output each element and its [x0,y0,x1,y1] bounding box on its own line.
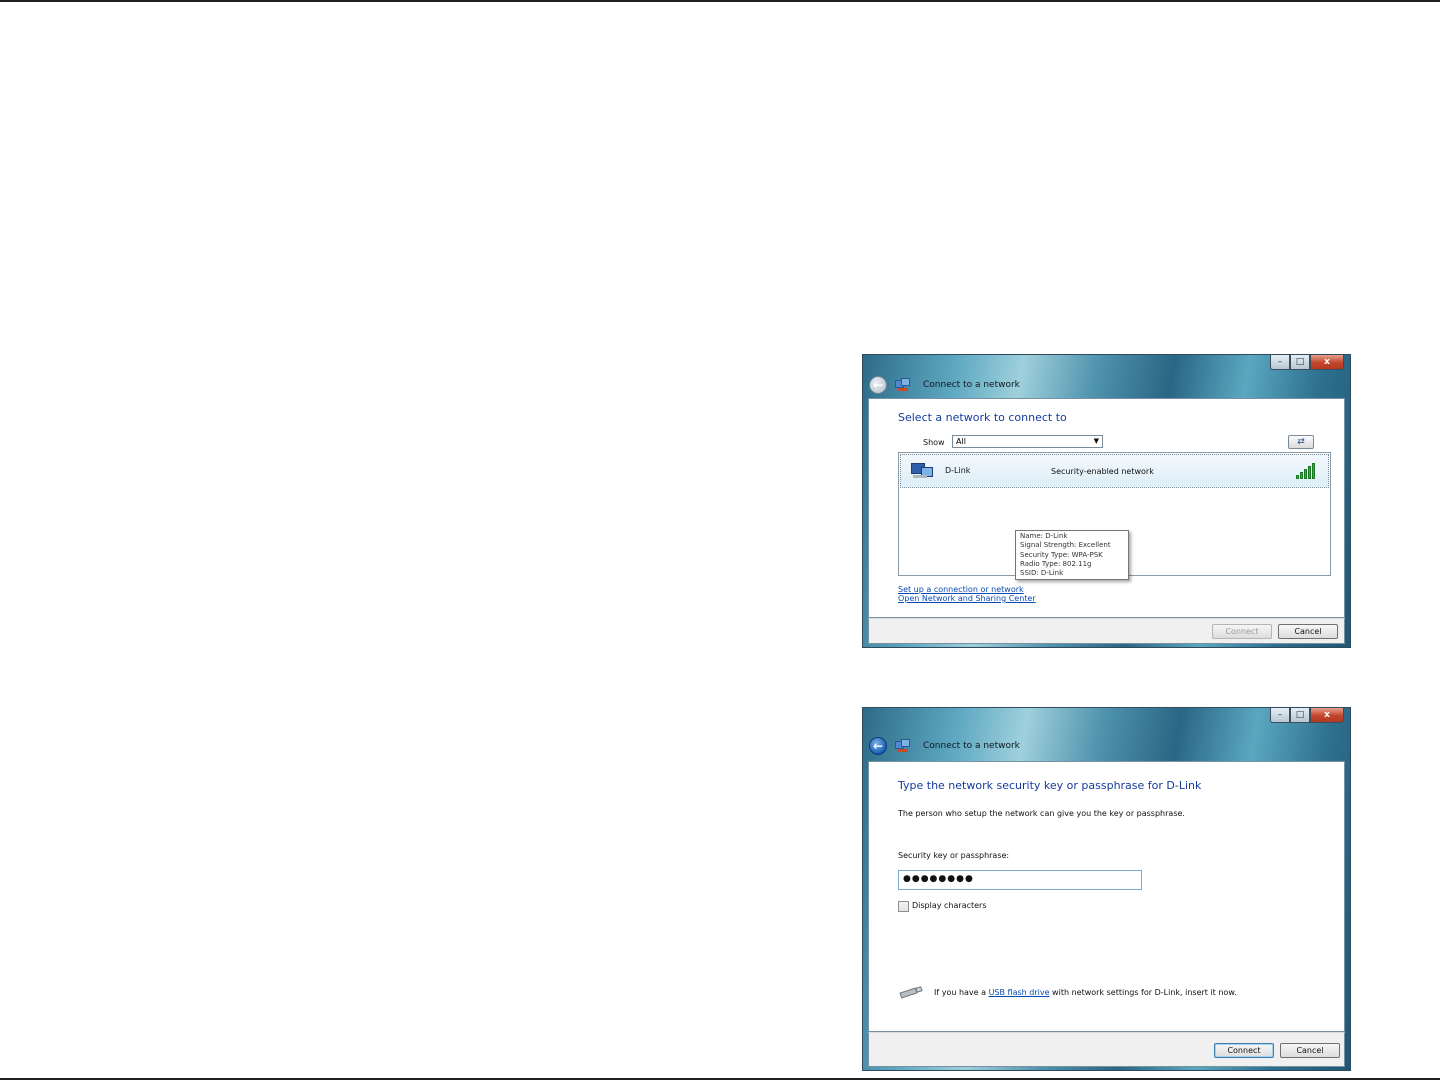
title-bar: ← Connect to a network [869,374,1020,396]
tooltip-line: SSID: D-Link [1020,569,1064,578]
title-bar: ← Connect to a network [869,735,1020,757]
usb-drive-icon [899,986,924,999]
network-icon [895,378,911,392]
refresh-icon[interactable]: ⇄ [1288,435,1314,449]
dialog-content: Select a network to connect to Show All … [868,398,1345,618]
window-controls: – □ x [1270,355,1344,370]
usb-hint-text: If you have a USB flash drive with netwo… [934,988,1237,997]
show-filter-select[interactable]: All ▼ [952,435,1103,448]
network-name: D-Link [945,466,971,475]
wireless-network-icon [911,463,933,479]
bottom-rule [0,1078,1440,1080]
show-filter-value: All [956,437,966,446]
security-key-label: Security key or passphrase: [898,851,1010,860]
window-title: Connect to a network [923,380,1020,390]
minimize-button[interactable]: – [1270,708,1290,723]
network-icon [895,739,911,753]
page-heading: Type the network security key or passphr… [898,779,1202,792]
usb-hint-prefix: If you have a [934,988,989,997]
dialog-footer: Connect Cancel [868,1032,1345,1067]
dialog-footer: Connect Cancel [868,618,1345,644]
page: – □ x ← Connect to a network Select a ne… [0,0,1440,1081]
tooltip-line: Name: D-Link [1020,532,1068,540]
tooltip-line: Signal Strength: Excellent [1020,541,1111,550]
display-characters-checkbox[interactable] [898,901,909,912]
dialog-content: Type the network security key or passphr… [868,761,1345,1032]
window-controls: – □ x [1270,708,1344,723]
show-label: Show [923,438,945,447]
back-arrow-icon[interactable]: ← [869,376,887,394]
list-item[interactable]: D-Link Security-enabled network [900,454,1329,488]
display-characters-label: Display characters [912,901,987,910]
minimize-button[interactable]: – [1270,355,1290,370]
network-sharing-center-link[interactable]: Open Network and Sharing Center [898,594,1036,603]
close-button[interactable]: x [1310,355,1344,370]
page-heading: Select a network to connect to [898,411,1067,424]
maximize-button[interactable]: □ [1290,708,1310,723]
cancel-button[interactable]: Cancel [1280,1043,1340,1058]
usb-hint-suffix: with network settings for D-Link, insert… [1049,988,1237,997]
maximize-button[interactable]: □ [1290,355,1310,370]
cancel-button[interactable]: Cancel [1278,624,1338,639]
connect-button[interactable]: Connect [1214,1043,1274,1058]
usb-flash-drive-link[interactable]: USB flash drive [989,988,1050,997]
network-security-status: Security-enabled network [1051,467,1154,476]
security-key-input[interactable]: ●●●●●●●● [898,870,1142,890]
window-title: Connect to a network [923,741,1020,751]
back-arrow-icon[interactable]: ← [869,737,887,755]
description-text: The person who setup the network can giv… [898,809,1185,818]
tooltip-line: Radio Type: 802.11g [1020,559,1092,568]
connect-network-dialog-2: – □ x ← Connect to a network Type the ne… [862,707,1351,1071]
signal-strength-icon [1296,463,1318,479]
network-tooltip: Name: D-Link Signal Strength: Excellent … [1015,530,1129,580]
close-button[interactable]: x [1310,708,1344,723]
setup-connection-link[interactable]: Set up a connection or network [898,585,1024,594]
connect-network-dialog-1: – □ x ← Connect to a network Select a ne… [862,354,1351,648]
tooltip-line: Security Type: WPA-PSK [1020,550,1103,559]
connect-button[interactable]: Connect [1212,624,1272,639]
top-rule [0,0,1440,2]
chevron-down-icon: ▼ [1093,437,1099,445]
